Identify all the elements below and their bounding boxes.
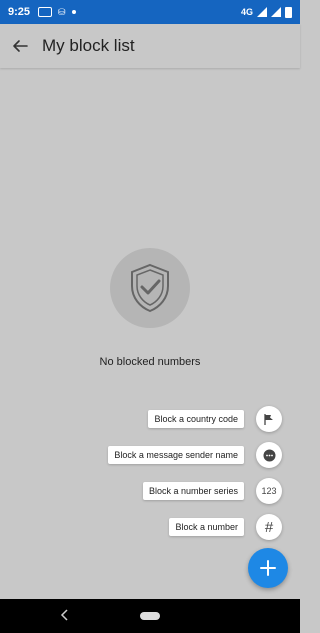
fab-menu: Block a country code Block a message sen… [82,406,282,550]
signal-icon [257,7,267,17]
fab-item-label[interactable]: Block a number [169,518,244,536]
signal-icon-2 [271,7,281,17]
plus-icon [260,560,276,576]
app-bar: My block list [0,24,300,68]
status-right-group: 4G [240,6,292,18]
nav-back-icon[interactable] [60,608,70,622]
shield-badge [110,248,190,328]
notification-icon [38,7,53,17]
empty-state: No blocked numbers [0,248,300,368]
block-number-button[interactable]: # [256,514,282,540]
block-sender-name-button[interactable] [256,442,282,468]
page-title: My block list [42,36,135,55]
fab-item-sender-name[interactable]: Block a message sender name [82,442,282,468]
fab-item-label[interactable]: Block a number series [142,482,244,500]
block-country-code-button[interactable] [256,406,282,432]
back-button[interactable] [0,26,40,66]
notification-dot-icon [71,10,76,14]
hash-icon: # [264,518,274,536]
shield-check-icon [131,263,169,313]
fab-item-label[interactable]: Block a country code [148,410,244,428]
fab-item-label[interactable]: Block a message sender name [108,446,244,464]
system-nav-bar [0,599,300,633]
fab-item-country-code[interactable]: Block a country code [82,406,282,432]
network-type: 4G [240,7,253,17]
fab-item-number[interactable]: Block a number # [82,514,282,540]
arrow-left-icon [13,40,28,52]
message-dots-icon [263,449,275,461]
fab-main-button[interactable] [248,548,288,588]
status-time: 9:25 [8,6,31,18]
battery-icon [285,6,292,18]
number-series-icon: 123 [261,486,277,496]
empty-state-message: No blocked numbers [99,356,201,368]
status-bar: 9:25 ⛁ 4G [0,0,300,24]
flag-icon [264,413,273,425]
fab-item-number-series[interactable]: Block a number series 123 [82,478,282,504]
nav-home-pill[interactable] [140,612,160,620]
block-number-series-button[interactable]: 123 [256,478,282,504]
notification-icon-2: ⛁ [58,6,66,17]
